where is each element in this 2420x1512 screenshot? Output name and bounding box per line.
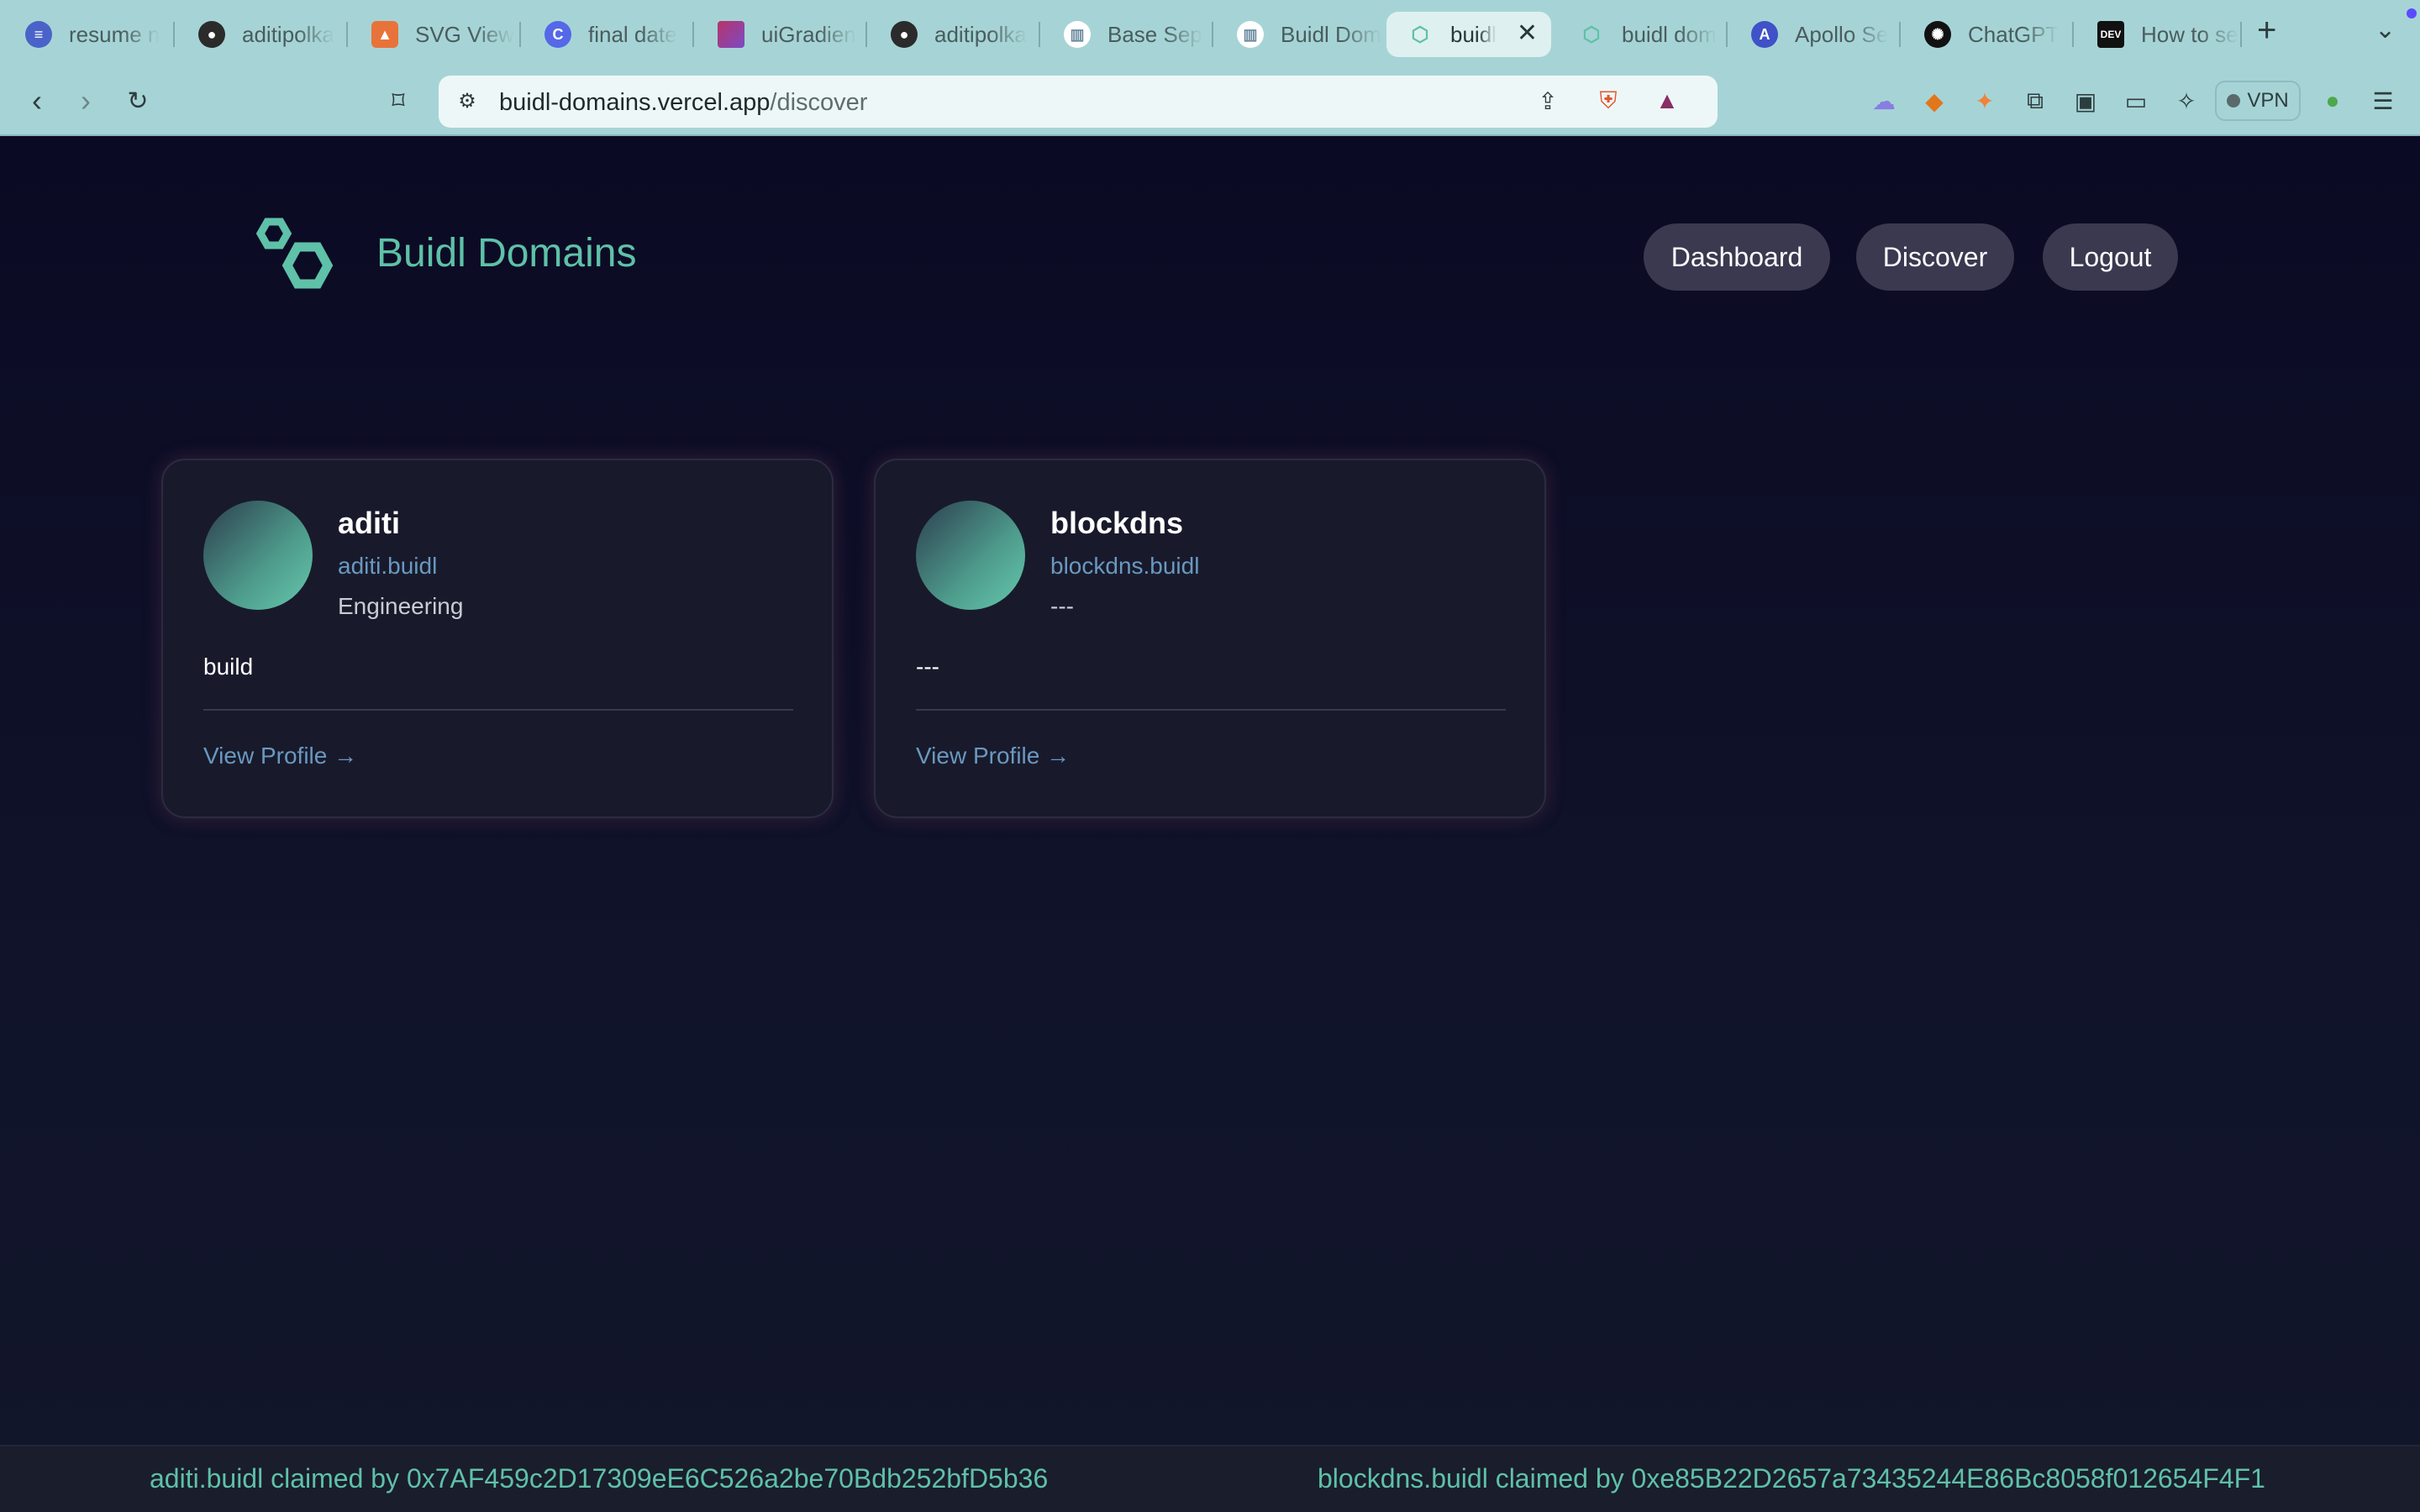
browser-tab[interactable]: ≡ resume n (5, 12, 170, 57)
leo-ai-icon[interactable]: ✧ (2170, 84, 2203, 118)
a-letter-icon: A (1751, 21, 1778, 48)
profile-card: blockdns blockdns.buidl --- --- View Pro… (874, 459, 1546, 818)
profile-bio: --- (916, 654, 939, 680)
profile-category: --- (1050, 593, 1074, 619)
github-icon: ● (198, 21, 225, 48)
browser-tab[interactable]: ▥ Buidl Dom (1217, 12, 1381, 57)
browser-tab[interactable]: uiGradien (697, 12, 862, 57)
browser-tab-bar: ≡ resume n ● aditipolka ▲ SVG View C fin… (0, 0, 2420, 67)
extensions-puzzle-icon[interactable]: ⧉ (2018, 84, 2052, 118)
profile-name: aditi (338, 506, 401, 540)
extension-spark-icon[interactable]: ✦ (1968, 84, 2002, 118)
browser-toolbar: ‹ › ↻ ⌑ ⚙ buidl-domains.vercel.app/disco… (0, 67, 2420, 136)
card-divider (916, 709, 1506, 711)
gradient-icon (718, 21, 744, 48)
browser-tab-active[interactable]: ⬡ buidl ✕ (1386, 12, 1551, 57)
metamask-icon[interactable]: ◆ (1918, 84, 1951, 118)
chart-icon: ▥ (1237, 21, 1264, 48)
profile-category: Engineering (338, 593, 464, 619)
profile-name: blockdns (1050, 506, 1184, 540)
reload-icon[interactable]: ↻ (119, 82, 156, 119)
profile-domain: blockdns.buidl (1050, 553, 1200, 579)
document-icon: ≡ (25, 21, 52, 48)
vpn-status-icon (2227, 94, 2241, 108)
buidl-hexagon-logo-icon[interactable] (245, 217, 343, 301)
profile-bio: build (203, 654, 254, 680)
back-arrow-icon[interactable]: ‹ (18, 82, 55, 119)
profile-domain: aditi.buidl (338, 553, 438, 579)
browser-tab[interactable]: ▲ SVG View (351, 12, 516, 57)
avatar (203, 501, 313, 610)
nav-discover-button[interactable]: Discover (1856, 223, 2014, 291)
profile-card: aditi aditi.buidl Engineering build View… (161, 459, 834, 818)
tab-list-chevron-icon[interactable]: ⌄ (2375, 15, 2396, 45)
sidebar-toggle-icon[interactable]: ▣ (2069, 84, 2102, 118)
view-profile-link[interactable]: View Profile → (203, 743, 357, 769)
browser-tab[interactable]: DEV How to se (2077, 12, 2242, 57)
brave-shield-icon[interactable]: ⛨ (1591, 84, 1625, 118)
view-profile-link[interactable]: View Profile → (916, 743, 1070, 769)
browser-tab[interactable]: A Apollo Se (1731, 12, 1896, 57)
site-settings-icon[interactable]: ⚙ (450, 84, 484, 118)
discover-page: Buidl Domains Dashboard Discover Logout … (0, 136, 2420, 1512)
brave-rewards-icon[interactable]: ▲ (1650, 84, 1684, 118)
avatar (916, 501, 1025, 610)
chatgpt-icon: ✺ (1924, 21, 1951, 48)
browser-tab[interactable]: ⬡ buidl dom (1558, 12, 1723, 57)
url-text[interactable]: buidl-domains.vercel.app/discover (499, 89, 867, 117)
browser-tab[interactable]: ▥ Base Sep (1044, 12, 1208, 57)
new-tab-button[interactable]: + (2257, 12, 2276, 50)
forward-arrow-icon[interactable]: › (67, 82, 104, 119)
dev-icon: DEV (2097, 21, 2124, 48)
wallet-icon[interactable]: ▭ (2119, 84, 2153, 118)
browser-tab[interactable]: ● aditipolka (178, 12, 343, 57)
claims-ticker: aditi.buidl claimed by 0x7AF459c2D17309e… (0, 1445, 2420, 1512)
ticker-item: blockdns.buidl claimed by 0xe85B22D2657a… (1318, 1463, 2265, 1494)
hexagon-logo-icon: ⬡ (1411, 23, 1429, 46)
menu-hamburger-icon[interactable]: ☰ (2366, 84, 2400, 118)
brand-name[interactable]: Buidl Domains (376, 230, 636, 276)
close-tab-icon[interactable]: ✕ (1517, 18, 1538, 48)
bookmark-icon[interactable]: ⌑ (380, 82, 417, 119)
browser-tab[interactable]: ✺ ChatGPT (1904, 12, 2069, 57)
hexagon-logo-icon: ⬡ (1582, 23, 1601, 46)
github-icon: ● (891, 21, 918, 48)
nav-dashboard-button[interactable]: Dashboard (1644, 223, 1830, 291)
profile-avatar-icon[interactable]: ● (2316, 84, 2349, 118)
chart-icon: ▥ (1064, 21, 1091, 48)
extension-leo-icon[interactable]: ☁ (1867, 84, 1901, 118)
address-bar[interactable]: ⚙ buidl-domains.vercel.app/discover ⇪ ⛨ … (439, 76, 1718, 128)
share-icon[interactable]: ⇪ (1531, 84, 1565, 118)
ticker-item: aditi.buidl claimed by 0x7AF459c2D17309e… (150, 1463, 1049, 1494)
notification-dot (2407, 8, 2417, 18)
nav-logout-button[interactable]: Logout (2043, 223, 2178, 291)
card-divider (203, 709, 793, 711)
vpn-button[interactable]: VPN (2215, 81, 2301, 121)
svg-viewer-icon: ▲ (371, 21, 398, 48)
browser-tab[interactable]: C final date (524, 12, 689, 57)
c-letter-icon: C (544, 21, 571, 48)
browser-tab[interactable]: ● aditipolka (871, 12, 1035, 57)
